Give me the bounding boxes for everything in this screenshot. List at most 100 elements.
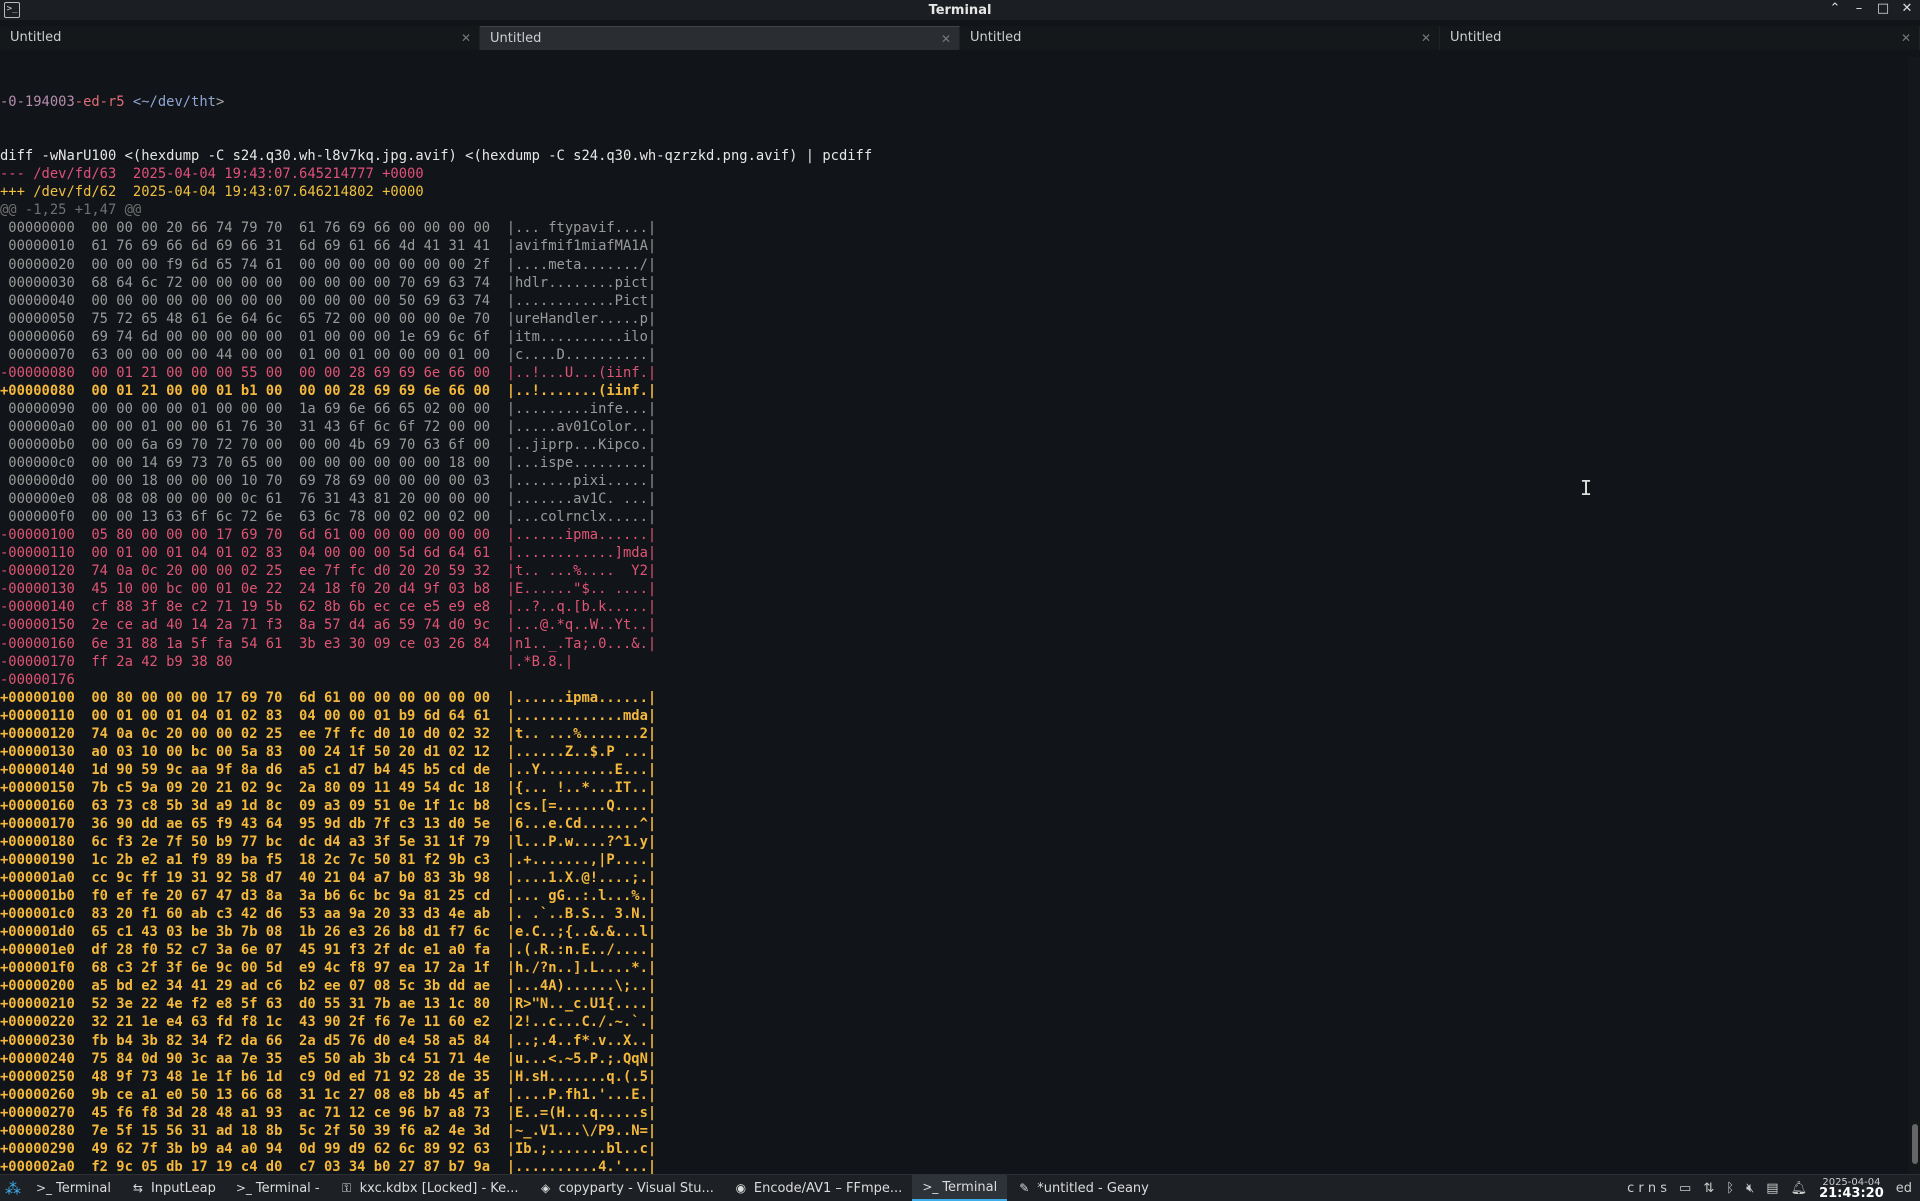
clipboard-icon[interactable]: ▤ bbox=[1766, 1181, 1778, 1196]
terminal-scrollbar[interactable] bbox=[1908, 57, 1920, 1174]
maximize-button[interactable]: □ bbox=[1876, 1, 1890, 16]
volume-muted-icon[interactable]: 🔇︎ bbox=[1746, 1181, 1754, 1196]
scrollbar-thumb[interactable] bbox=[1912, 1124, 1918, 1164]
terminal-line: +00000130 a0 03 10 00 bc 00 5a 83 00 24 … bbox=[0, 743, 657, 760]
clock[interactable]: 2025-04-04 21:43:20 bbox=[1819, 1177, 1884, 1201]
taskbar-item[interactable]: >_ Terminal - bbox=[226, 1175, 330, 1201]
terminal-line: 00000060 69 74 6d 00 00 00 00 00 01 00 0… bbox=[0, 328, 657, 345]
tab-bar: Untitled ✕ Untitled ✕ Untitled ✕ Untitle… bbox=[0, 26, 1920, 50]
taskbar-item-label: kxc.kdbx [Locked] - Ke... bbox=[359, 1180, 519, 1196]
tab-label: Untitled bbox=[490, 31, 542, 46]
tab-close-icon[interactable]: ✕ bbox=[1421, 26, 1431, 50]
terminal-line: +00000160 63 73 c8 5b 3d a9 1d 8c 09 a3 … bbox=[0, 797, 657, 814]
vscode-icon: ◈ bbox=[540, 1181, 551, 1195]
text-cursor-icon: I bbox=[1580, 476, 1593, 500]
terminal-line: +000001d0 65 c1 43 03 be 3b 7b 08 1b 26 … bbox=[0, 924, 657, 941]
terminal-line: 00000010 61 76 69 66 6d 69 66 31 6d 69 6… bbox=[0, 238, 657, 255]
close-button[interactable]: ✕ bbox=[1900, 1, 1914, 16]
terminal-line: -00000130 45 10 00 bc 00 01 0e 22 24 18 … bbox=[0, 581, 657, 598]
terminal-line: +000001b0 f0 ef fe 20 67 47 d3 8a 3a b6 … bbox=[0, 888, 657, 905]
terminal-line: +++ /dev/fd/62 2025-04-04 19:43:07.64621… bbox=[0, 184, 424, 201]
prompt-host: -ed-r5 bbox=[74, 94, 125, 111]
terminal-line: --- /dev/fd/63 2025-04-04 19:43:07.64521… bbox=[0, 166, 424, 183]
clock-time: 21:43:20 bbox=[1819, 1186, 1884, 1201]
taskbar-item[interactable]: ⇆ InputLeap bbox=[121, 1175, 226, 1201]
terminal-line: +00000080 00 01 21 00 00 01 b1 00 00 00 … bbox=[0, 382, 657, 399]
terminal-line: 000000f0 00 00 13 63 6f 6c 72 6e 63 6c 7… bbox=[0, 509, 657, 526]
terminal-line: 00000070 63 00 00 00 00 44 00 00 01 00 0… bbox=[0, 346, 657, 363]
system-tray: c r n s ▭ ⇅ ᛒ 🔇︎ ▤ 🔔︎ 2025-04-04 21:43:2… bbox=[1627, 1177, 1920, 1201]
terminal-line: +00000200 a5 bd e2 34 41 29 ad c6 b2 ee … bbox=[0, 978, 657, 995]
taskbar-item[interactable]: ✎ *untitled - Geany bbox=[1007, 1175, 1159, 1201]
terminal-line: +00000140 1d 90 59 9c aa 9f 8a d6 a5 c1 … bbox=[0, 761, 657, 778]
tab-4[interactable]: Untitled ✕ bbox=[1440, 26, 1920, 50]
notifications-icon[interactable]: 🔔︎ bbox=[1791, 1181, 1808, 1196]
network-icon[interactable]: ⇅ bbox=[1703, 1181, 1714, 1196]
terminal-line: +00000270 45 f6 f8 3d 28 48 a1 93 ac 71 … bbox=[0, 1104, 657, 1121]
display-icon[interactable]: ▭ bbox=[1679, 1181, 1691, 1196]
terminal-line: +00000150 7b c5 9a 09 20 21 02 9c 2a 80 … bbox=[0, 779, 657, 796]
terminal-line: +000001c0 83 20 f1 60 ab c3 42 d6 53 aa … bbox=[0, 906, 657, 923]
terminal-icon: >_ bbox=[235, 1181, 252, 1195]
taskbar-item[interactable]: ◉ Encode/AV1 – FFmpe... bbox=[724, 1175, 912, 1201]
terminal-line: -00000120 74 0a 0c 20 00 00 02 25 ee 7f … bbox=[0, 563, 657, 580]
tab-label: Untitled bbox=[10, 30, 62, 45]
taskbar-item-label: Terminal bbox=[56, 1180, 111, 1196]
terminal-output[interactable]: -0-194003-ed-r5 <~/dev/tht> diff -wNarU1… bbox=[0, 57, 1906, 1174]
terminal-icon: >_ bbox=[36, 1181, 53, 1195]
tab-1[interactable]: Untitled ✕ bbox=[0, 26, 480, 50]
tab-label: Untitled bbox=[970, 30, 1022, 45]
terminal-line: +00000110 00 01 00 01 04 01 02 83 04 00 … bbox=[0, 707, 657, 724]
bluetooth-icon[interactable]: ᛒ bbox=[1726, 1181, 1734, 1196]
terminal-line: +00000220 32 21 1e e4 63 fd f8 1c 43 90 … bbox=[0, 1014, 657, 1031]
terminal-line: 000000c0 00 00 14 69 73 70 65 00 00 00 0… bbox=[0, 455, 657, 472]
terminal-line: 00000030 68 64 6c 72 00 00 00 00 00 00 0… bbox=[0, 274, 657, 291]
taskbar-item[interactable]: >_ Terminal bbox=[26, 1175, 121, 1201]
keepass-icon: ⚿ bbox=[342, 1180, 352, 1195]
task-list: >_ Terminal ⇆ InputLeap >_ Terminal - ⚿ kxc.kdb… bbox=[26, 1175, 1159, 1201]
taskbar-item[interactable]: >_ Terminal bbox=[912, 1175, 1008, 1201]
firefox-icon: ◉ bbox=[735, 1181, 747, 1195]
terminal-line: -00000160 6e 31 88 1a 5f fa 54 61 3b e3 … bbox=[0, 635, 657, 652]
terminal-line: 00000050 75 72 65 48 61 6e 64 6c 65 72 0… bbox=[0, 310, 657, 327]
tab-close-icon[interactable]: ✕ bbox=[461, 26, 471, 50]
minimize-button[interactable]: – bbox=[1852, 1, 1866, 16]
tab-close-icon[interactable]: ✕ bbox=[941, 27, 951, 51]
terminal-lines: diff -wNarU100 <(hexdump -C s24.q30.wh-l… bbox=[0, 147, 1906, 1174]
terminal-line: +00000240 75 84 0d 90 3c aa 7e 35 e5 50 … bbox=[0, 1050, 657, 1067]
terminal-line: +000001a0 cc 9c ff 19 31 92 58 d7 40 21 … bbox=[0, 870, 657, 887]
terminal-line: 000000b0 00 00 6a 69 70 72 70 00 00 00 4… bbox=[0, 436, 657, 453]
taskbar-item-label: copyparty - Visual Stu... bbox=[558, 1180, 714, 1196]
terminal-line: 00000000 00 00 00 20 66 74 79 70 61 76 6… bbox=[0, 220, 657, 237]
tab-2[interactable]: Untitled ✕ bbox=[480, 26, 960, 50]
taskbar: ⁂ >_ Terminal ⇆ InputLeap >_ Terminal - ⚿ kxc.k… bbox=[0, 1174, 1920, 1201]
terminal-line: @@ -1,25 +1,47 @@ bbox=[0, 202, 142, 219]
terminal-line: -00000110 00 01 00 01 04 01 02 83 04 00 … bbox=[0, 545, 657, 562]
terminal-line: -00000170 ff 2a 42 b9 38 80 |.*B.8.| bbox=[0, 653, 574, 670]
app-launcher-icon[interactable]: ⁂ bbox=[0, 1179, 26, 1198]
terminal-line: -00000140 cf 88 3f 8e c2 71 19 5b 62 8b … bbox=[0, 599, 657, 616]
terminal-line: 00000020 00 00 00 f9 6d 65 74 61 00 00 0… bbox=[0, 256, 657, 273]
tab-close-icon[interactable]: ✕ bbox=[1901, 26, 1911, 50]
terminal-line: 00000040 00 00 00 00 00 00 00 00 00 00 0… bbox=[0, 292, 657, 309]
tab-label: Untitled bbox=[1450, 30, 1502, 45]
taskbar-item-label: InputLeap bbox=[150, 1180, 216, 1196]
tab-3[interactable]: Untitled ✕ bbox=[960, 26, 1440, 50]
terminal-line: 00000090 00 00 00 00 01 00 00 00 1a 69 6… bbox=[0, 400, 657, 417]
terminal-line: +00000290 49 62 7f 3b b9 a4 a0 94 0d 99 … bbox=[0, 1140, 657, 1157]
keep-above-icon[interactable]: ⌃ bbox=[1828, 1, 1842, 16]
terminal-line: 000000e0 08 08 08 00 00 00 0c 61 76 31 4… bbox=[0, 491, 657, 508]
taskbar-item-label: Terminal - bbox=[255, 1180, 320, 1196]
terminal-line: -00000080 00 01 21 00 00 00 55 00 00 00 … bbox=[0, 364, 657, 381]
taskbar-item[interactable]: ⚿ kxc.kdbx [Locked] - Ke... bbox=[330, 1175, 529, 1201]
terminal-line: +00000190 1c 2b e2 a1 f9 89 ba f5 18 2c … bbox=[0, 852, 657, 869]
taskbar-item[interactable]: ◈ copyparty - Visual Stu... bbox=[529, 1175, 724, 1201]
terminal-icon: >_ bbox=[922, 1180, 939, 1194]
terminal-line: +00000100 00 80 00 00 00 17 69 70 6d 61 … bbox=[0, 689, 657, 706]
terminal-app-icon: >_ bbox=[4, 2, 20, 18]
terminal-line: +00000260 9b ce a1 e0 50 13 66 68 31 1c … bbox=[0, 1086, 657, 1103]
taskbar-item-label: *untitled - Geany bbox=[1037, 1180, 1149, 1196]
terminal-line: +00000210 52 3e 22 4e f2 e8 5f 63 d0 55 … bbox=[0, 996, 657, 1013]
corner-label[interactable]: ed bbox=[1896, 1181, 1912, 1196]
terminal-line: +00000280 7e 5f 15 56 31 ad 18 8b 5c 2f … bbox=[0, 1122, 657, 1139]
